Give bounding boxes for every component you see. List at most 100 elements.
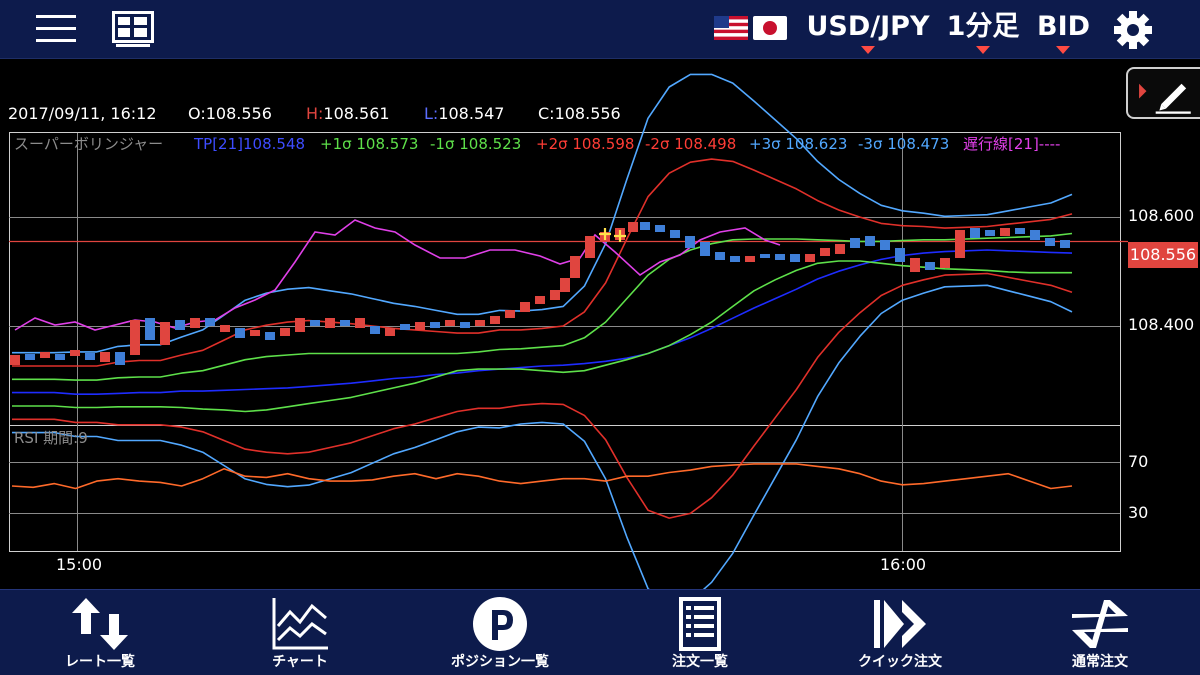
candlestick	[85, 353, 95, 360]
candlestick	[475, 320, 485, 326]
candlestick	[550, 290, 560, 300]
price-tick-label: 108.600	[1128, 206, 1195, 225]
candlestick	[10, 355, 20, 365]
candlestick	[970, 228, 980, 238]
candlestick	[355, 318, 365, 328]
candlestick	[895, 248, 905, 262]
up-down-arrows-icon	[72, 598, 128, 650]
candlestick	[835, 244, 845, 254]
plus3sigma-line	[12, 73, 1073, 354]
candlestick	[910, 258, 920, 272]
candlestick	[130, 320, 140, 355]
minus1sigma-line	[12, 260, 1072, 413]
candlestick	[1000, 228, 1010, 236]
exchange-arrows-icon	[1072, 600, 1128, 648]
nav-quick-order[interactable]: クイック注文	[800, 590, 1000, 675]
position-p-icon	[473, 597, 527, 651]
candlestick	[250, 330, 260, 336]
candlestick	[1060, 240, 1070, 248]
candlestick	[685, 236, 695, 248]
candlestick	[385, 328, 395, 336]
candlestick	[940, 258, 950, 268]
candlestick	[805, 254, 815, 262]
legend-tp: TP[21]108.548	[194, 135, 306, 153]
candlestick	[585, 236, 595, 258]
candlestick	[790, 254, 800, 262]
candlestick	[40, 352, 50, 358]
candlestick	[820, 248, 830, 256]
bottom-navigation: レート一覧 チャート ポジション一覧 注文一覧 クイック注文 通常注文	[0, 589, 1200, 675]
legend-plus1sigma: +1σ 108.573	[320, 135, 419, 153]
candlestick	[560, 278, 570, 292]
candlestick	[295, 318, 305, 332]
fast-forward-icon	[874, 600, 926, 648]
legend-plus3sigma: +3σ 108.623	[749, 135, 848, 153]
rsi-tick-label: 30	[1128, 503, 1149, 522]
candlestick	[400, 324, 410, 330]
candlestick	[340, 320, 350, 326]
candlestick	[460, 322, 470, 328]
legend-minus1sigma: -1σ 108.523	[430, 135, 522, 153]
candlestick	[265, 332, 275, 340]
candlestick	[640, 222, 650, 230]
candlestick	[505, 310, 515, 318]
candlestick	[280, 328, 290, 336]
candlestick	[325, 318, 335, 328]
candlestick	[160, 322, 170, 345]
candlestick	[655, 225, 665, 232]
candlestick	[865, 236, 875, 246]
line-chart-icon	[272, 598, 328, 650]
candlestick	[490, 316, 500, 324]
legend-plus2sigma: +2σ 108.598	[536, 135, 635, 153]
candlestick	[100, 352, 110, 362]
rsi-label: RSI 期間:9	[14, 429, 88, 447]
candlestick	[570, 256, 580, 278]
candlestick	[25, 354, 35, 360]
candlestick	[1030, 230, 1040, 240]
chart-frame	[9, 132, 1121, 552]
candlestick	[925, 262, 935, 270]
candlestick	[1045, 238, 1055, 246]
legend-minus2sigma: -2σ 108.498	[645, 135, 737, 153]
nav-chart[interactable]: チャート	[200, 590, 400, 675]
candlestick	[1015, 228, 1025, 234]
candlestick	[850, 238, 860, 248]
candlestick	[370, 326, 380, 334]
candlestick	[880, 240, 890, 250]
candlestick	[430, 322, 440, 328]
legend-minus3sigma: -3σ 108.473	[858, 135, 950, 153]
nav-orders[interactable]: 注文一覧	[600, 590, 800, 675]
candlestick	[70, 350, 80, 356]
order-list-icon	[679, 597, 721, 651]
candlestick	[535, 296, 545, 304]
candlestick	[220, 325, 230, 332]
candlestick	[175, 320, 185, 330]
candlestick	[205, 318, 215, 326]
time-tick-label: 15:00	[56, 555, 103, 574]
nav-rate-list[interactable]: レート一覧	[0, 590, 200, 675]
candlestick	[760, 254, 770, 258]
price-chart[interactable]	[0, 0, 1200, 674]
legend-lagging-span: 遅行線[21]----	[963, 135, 1061, 153]
candlestick	[730, 256, 740, 262]
time-tick-label: 16:00	[880, 555, 927, 574]
nav-positions[interactable]: ポジション一覧	[400, 590, 600, 675]
lagging-span-line	[14, 219, 781, 331]
price-tick-label: 108.400	[1128, 315, 1195, 334]
candlestick	[235, 328, 245, 338]
candlestick	[775, 254, 785, 260]
candlestick	[445, 320, 455, 326]
candlestick	[310, 320, 320, 326]
rsi-tick-label: 70	[1128, 452, 1149, 471]
candlestick	[415, 322, 425, 330]
candlestick	[55, 354, 65, 360]
candlestick	[190, 318, 200, 328]
candlestick	[520, 302, 530, 312]
indicator-name: スーパーボリンジャー	[14, 135, 164, 153]
candlestick	[670, 230, 680, 238]
candlestick	[145, 318, 155, 340]
nav-normal-order[interactable]: 通常注文	[1000, 590, 1200, 675]
candlestick	[628, 222, 638, 232]
candlestick	[985, 230, 995, 236]
candlestick	[700, 242, 710, 256]
